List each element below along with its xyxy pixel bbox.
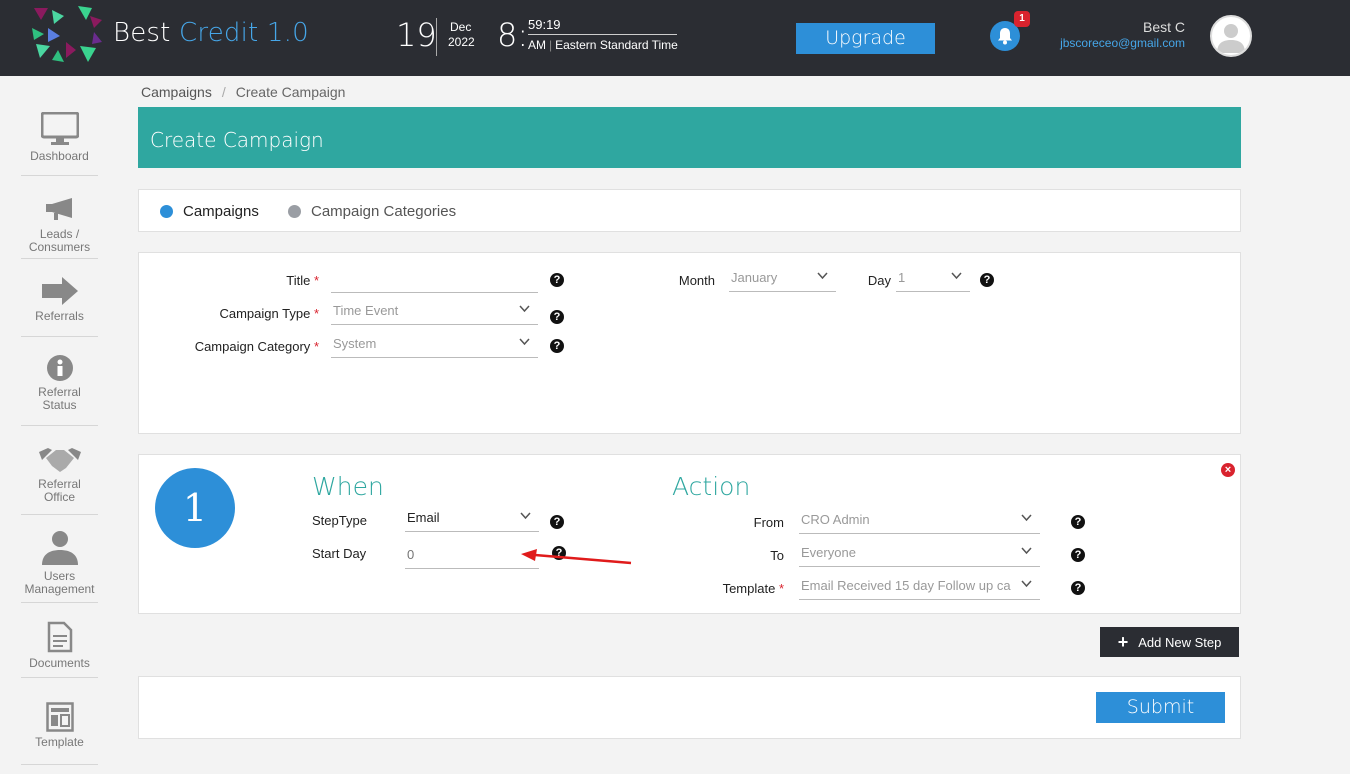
chevron-down-icon: [1021, 547, 1032, 555]
sidebar: Dashboard Leads / Consumers Referrals Re…: [0, 76, 120, 774]
date-help-icon[interactable]: ?: [980, 273, 994, 287]
add-new-step-button[interactable]: + Add New Step: [1100, 627, 1239, 657]
month-select[interactable]: January: [729, 268, 836, 292]
sidebar-item-label: Users Management: [24, 569, 95, 596]
campaign-type-select[interactable]: Time Event: [331, 301, 538, 325]
to-select[interactable]: Everyone: [799, 543, 1040, 567]
tabs-panel: Campaigns Campaign Categories: [138, 189, 1241, 232]
sidebar-item-users-management[interactable]: Users Management: [21, 530, 98, 603]
active-dot-icon: [160, 205, 173, 218]
campaign-form: Title * ? Campaign Type * Time Event ? C…: [138, 252, 1241, 434]
from-select[interactable]: CRO Admin: [799, 510, 1040, 534]
campaign-category-label: Campaign Category *: [194, 339, 319, 354]
document-icon: [47, 621, 72, 653]
sidebar-item-label: Referral Status: [38, 385, 81, 412]
sidebar-item-referrals[interactable]: Referrals: [21, 276, 98, 337]
campaign-type-label: Campaign Type *: [219, 306, 319, 321]
page-title: Create Campaign: [150, 128, 324, 152]
sidebar-item-label: Template: [35, 735, 84, 749]
to-label: To: [770, 548, 784, 563]
handshake-icon: [38, 448, 81, 472]
chevron-down-icon: [817, 272, 828, 280]
date-separator: [436, 18, 437, 56]
template-icon: [45, 702, 74, 732]
chevron-down-icon: [519, 305, 530, 313]
title-input[interactable]: [331, 269, 538, 293]
action-section-title: Action: [672, 472, 751, 501]
info-icon: [46, 355, 73, 381]
annotation-arrow-icon: [521, 549, 632, 565]
tab-campaigns[interactable]: Campaigns: [160, 203, 259, 220]
arrow-right-icon: [41, 277, 78, 305]
start-day-label: Start Day: [312, 546, 367, 561]
title-help-icon[interactable]: ?: [550, 273, 564, 287]
chevron-down-icon: [1021, 580, 1032, 588]
user-email[interactable]: jbscoreceo@gmail.com: [1060, 36, 1185, 50]
date-month-year: Dec 2022: [448, 20, 475, 49]
from-help-icon[interactable]: ?: [1071, 515, 1085, 529]
brand-logo: [30, 6, 104, 64]
monitor-icon: [40, 112, 79, 145]
chevron-down-icon: [1021, 514, 1032, 522]
campaign-step-panel: 1 When StepType Email ? Start Day ? Acti…: [138, 454, 1241, 614]
sidebar-item-label: Referral Office: [38, 477, 81, 504]
campaign-category-help-icon[interactable]: ?: [550, 339, 564, 353]
steptype-label: StepType: [312, 513, 367, 528]
sidebar-item-label: Documents: [29, 656, 90, 670]
campaign-category-select[interactable]: System: [331, 334, 538, 358]
chevron-down-icon: [951, 272, 962, 280]
steptype-help-icon[interactable]: ?: [550, 515, 564, 529]
template-help-icon[interactable]: ?: [1071, 581, 1085, 595]
inactive-dot-icon: [288, 205, 301, 218]
time-hour: 8:: [497, 16, 529, 54]
sidebar-item-referral-office[interactable]: Referral Office: [21, 446, 98, 515]
step-number-badge: 1: [155, 468, 235, 548]
submit-button[interactable]: Submit: [1096, 692, 1225, 723]
sidebar-item-template[interactable]: Template: [21, 702, 98, 765]
user-avatar[interactable]: [1210, 15, 1252, 57]
title-label: Title *: [286, 273, 319, 288]
avatar-user-icon: [1217, 24, 1245, 53]
upgrade-button[interactable]: Upgrade: [796, 23, 935, 54]
sidebar-item-label: Dashboard: [30, 149, 89, 163]
date-day: 19: [396, 16, 437, 54]
breadcrumb: Campaigns / Create Campaign: [141, 84, 346, 100]
day-label: Day: [867, 273, 891, 288]
template-select[interactable]: Email Received 15 day Follow up ca: [799, 576, 1040, 600]
brand-name: Best Credit 1.0: [113, 18, 309, 48]
tab-campaign-categories[interactable]: Campaign Categories: [288, 203, 456, 220]
submit-panel: Submit: [138, 676, 1241, 739]
sidebar-item-dashboard[interactable]: Dashboard: [21, 112, 98, 176]
chevron-down-icon: [519, 338, 530, 346]
notification-count-badge: 1: [1014, 11, 1030, 27]
plus-icon: +: [1117, 631, 1129, 652]
steptype-select[interactable]: Email: [405, 508, 539, 532]
breadcrumb-link-campaigns[interactable]: Campaigns: [141, 84, 212, 100]
page-header: Create Campaign: [138, 107, 1241, 168]
sidebar-item-referral-status[interactable]: Referral Status: [21, 354, 98, 426]
time-minutes-seconds: 59:19: [528, 17, 677, 35]
day-select[interactable]: 1: [896, 268, 970, 292]
user-name[interactable]: Best C: [1143, 19, 1185, 35]
to-help-icon[interactable]: ?: [1071, 548, 1085, 562]
top-bar: Best Credit 1.0 19 Dec 2022 8: 59:19 AM |…: [0, 0, 1350, 76]
remove-step-close-icon[interactable]: ×: [1221, 463, 1235, 477]
bell-icon: [998, 28, 1012, 45]
sidebar-item-label: Referrals: [35, 309, 84, 323]
sidebar-item-label: Leads / Consumers: [28, 227, 91, 254]
breadcrumb-current: Create Campaign: [235, 84, 346, 100]
megaphone-icon: [45, 198, 72, 220]
campaign-type-help-icon[interactable]: ?: [550, 310, 564, 324]
when-section-title: When: [312, 472, 384, 501]
sidebar-item-leads[interactable]: Leads / Consumers: [21, 196, 98, 259]
timezone: AM | Eastern Standard Time: [528, 38, 678, 52]
month-label: Month: [678, 273, 715, 288]
from-label: From: [753, 515, 784, 530]
user-icon: [41, 531, 78, 565]
sidebar-item-documents[interactable]: Documents: [21, 621, 98, 678]
chevron-down-icon: [520, 512, 531, 520]
template-label: Template *: [722, 581, 784, 596]
